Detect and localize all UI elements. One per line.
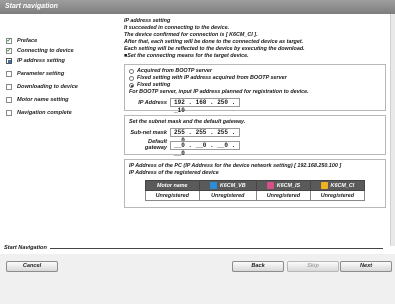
sidebar-item-downloading[interactable]: Downloading to device bbox=[6, 82, 78, 92]
next-button[interactable]: Next bbox=[340, 261, 392, 272]
sidebar-item-label: Connecting to device bbox=[17, 48, 74, 54]
intro-line: It succeeded in connecting to the device… bbox=[124, 25, 230, 31]
ip-address-field[interactable]: 192 . 168 . 250 . _10 bbox=[170, 98, 240, 114]
registered-device-table: Motor name K6CM_VB K6CM_IS K6CM_CI Unreg… bbox=[145, 180, 366, 201]
table-cell: Unregistered bbox=[198, 190, 258, 201]
bootp-note: For BOOTP server, input IP address plann… bbox=[129, 89, 309, 95]
table-cell: Unregistered bbox=[256, 190, 311, 201]
radio-button-icon bbox=[129, 69, 134, 74]
sidebar-item-motor-name[interactable]: Motor name setting bbox=[6, 95, 69, 105]
gateway-row: Default gateway __0 . __0 . __0 . __0 bbox=[129, 139, 381, 157]
intro-line: Each setting will be reflected to the de… bbox=[124, 46, 305, 52]
subnet-label: Sub-net mask bbox=[130, 129, 167, 136]
registered-heading: IP Address of the registered device bbox=[129, 170, 219, 176]
subnet-mask-field[interactable]: 255 . 255 . 255 . __0 bbox=[170, 128, 240, 144]
subnet-row: Sub-net mask 255 . 255 . 255 . __0 bbox=[129, 128, 381, 144]
unchecked-box-icon bbox=[6, 84, 12, 90]
back-button[interactable]: Back bbox=[232, 261, 284, 272]
check-icon: ✓ bbox=[6, 38, 12, 44]
column-header-k6cm-ci: K6CM_CI bbox=[309, 180, 366, 191]
table-header-row: Motor name K6CM_VB K6CM_IS K6CM_CI bbox=[145, 180, 366, 191]
main-panel: IP address setting It succeeded in conne… bbox=[120, 14, 390, 246]
subnet-heading: Set the subnet mask and the default gate… bbox=[129, 119, 246, 125]
intro-line: After that, each setting will be done to… bbox=[124, 39, 304, 45]
ip-address-label: IP Address bbox=[138, 99, 167, 106]
sidebar-item-label: Motor name setting bbox=[17, 97, 69, 103]
connect-means-panel: Acquired from BOOTP server Fixed setting… bbox=[124, 64, 386, 114]
sidebar-item-label: Downloading to device bbox=[17, 84, 78, 90]
sidebar-item-complete[interactable]: Navigation complete bbox=[6, 108, 72, 118]
unchecked-box-icon bbox=[6, 110, 12, 116]
vertical-scrollbar[interactable] bbox=[390, 14, 395, 246]
unchecked-box-icon bbox=[6, 71, 12, 77]
sidebar-item-preface[interactable]: ✓ Preface bbox=[6, 36, 37, 46]
sidebar-item-connecting[interactable]: ✓ Connecting to device bbox=[6, 46, 74, 56]
section-heading: IP address setting bbox=[124, 18, 171, 24]
unchecked-box-icon bbox=[6, 97, 12, 103]
table-cell: Unregistered bbox=[145, 190, 200, 201]
motor-is-icon bbox=[266, 182, 274, 189]
footer-divider bbox=[50, 248, 383, 249]
check-icon: ✓ bbox=[6, 48, 12, 54]
sidebar-item-label: Preface bbox=[17, 38, 38, 44]
registered-device-panel: IP Address of the PC (IP Address for the… bbox=[124, 159, 386, 208]
ip-address-row: IP Address 192 . 168 . 250 . _10 bbox=[129, 98, 381, 114]
cancel-button[interactable]: Cancel bbox=[6, 261, 58, 272]
radio-label: Fixed setting with IP address acquired f… bbox=[137, 75, 287, 81]
intro-line: ■Set the connecting means for the target… bbox=[124, 53, 249, 59]
subnet-panel: Set the subnet mask and the default gate… bbox=[124, 115, 386, 157]
current-step-icon bbox=[6, 58, 12, 64]
radio-button-selected-icon bbox=[129, 83, 134, 88]
footer-label: Start Navigation bbox=[4, 245, 47, 251]
column-header-k6cm-is: K6CM_IS bbox=[256, 180, 311, 191]
column-header-motor-name: Motor name bbox=[145, 180, 200, 191]
table-row: Unregistered Unregistered Unregistered U… bbox=[145, 190, 366, 201]
column-header-k6cm-vb: K6CM_VB bbox=[198, 180, 258, 191]
gateway-label: Default gateway bbox=[144, 139, 167, 151]
sidebar-item-parameter[interactable]: Parameter setting bbox=[6, 69, 64, 79]
radio-bootp[interactable]: Acquired from BOOTP server bbox=[129, 68, 381, 75]
motor-ci-icon bbox=[320, 182, 328, 189]
window-title: Start navigation bbox=[0, 0, 395, 14]
navigation-sidebar: ✓ Preface ✓ Connecting to device IP addr… bbox=[0, 14, 120, 242]
default-gateway-field[interactable]: __0 . __0 . __0 . __0 bbox=[170, 140, 240, 157]
sidebar-item-ip-address[interactable]: IP address setting bbox=[6, 56, 65, 66]
intro-line: The device confirmed for connection is [… bbox=[124, 32, 258, 38]
sidebar-item-label: Parameter setting bbox=[17, 71, 65, 77]
radio-button-icon bbox=[129, 76, 134, 81]
skip-button[interactable]: Skip bbox=[287, 261, 339, 272]
sidebar-item-label: Navigation complete bbox=[17, 110, 72, 116]
pc-ip-line: IP Address of the PC (IP Address for the… bbox=[129, 163, 342, 169]
radio-label: Fixed setting bbox=[137, 82, 171, 88]
table-cell: Unregistered bbox=[309, 190, 366, 201]
radio-fixed-bootp[interactable]: Fixed setting with IP address acquired f… bbox=[129, 75, 381, 82]
radio-label: Acquired from BOOTP server bbox=[137, 68, 212, 74]
sidebar-item-label: IP address setting bbox=[17, 58, 65, 64]
radio-fixed[interactable]: Fixed setting bbox=[129, 82, 381, 89]
motor-vb-icon bbox=[209, 182, 217, 189]
